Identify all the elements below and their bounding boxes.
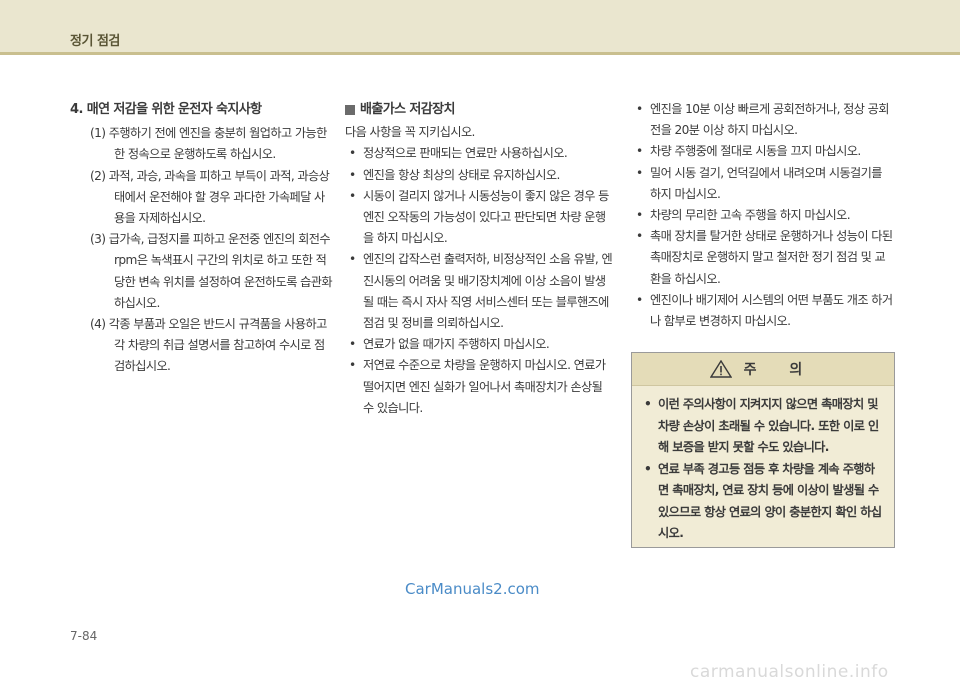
bullet-list: 정상적으로 판매되는 연료만 사용하십시오. 엔진을 항상 최상의 상태로 유지… (345, 143, 613, 419)
list-item: 차량 주행중에 절대로 시동을 끄지 마십시오. (632, 141, 894, 162)
header-divider (0, 52, 960, 55)
list-item: (2) 과적, 과승, 과속을 피하고 부득이 과적, 과승상태에서 운전해야 … (90, 168, 330, 226)
caution-label: 주 의 (743, 362, 817, 378)
caution-list: 이런 주의사항이 지켜지지 않으면 촉매장치 및 차량 손상이 초래될 수 있습… (642, 394, 884, 545)
column-2: 배출가스 저감장치 다음 사항을 꼭 지키십시오. 정상적으로 판매되는 연료만… (345, 99, 613, 419)
list-item: 엔진이나 배기제어 시스템의 어떤 부품도 개조 하거나 함부로 변경하지 마십… (632, 290, 894, 332)
header-bar: 정기 점검 (0, 0, 960, 52)
caution-header: 주 의 (632, 353, 894, 386)
list-item: 차량의 무리한 고속 주행을 하지 마십시오. (632, 205, 894, 226)
caution-box: 주 의 이런 주의사항이 지켜지지 않으면 촉매장치 및 차량 손상이 초래될 … (631, 352, 895, 548)
list-item: 시동이 걸리지 않거나 시동성능이 좋지 않은 경우 등 엔진 오작동의 가능성… (345, 186, 613, 250)
list-item: 밀어 시동 걸기, 언덕길에서 내려오며 시동걸기를 하지 마십시오. (632, 163, 894, 205)
caution-item: 이런 주의사항이 지켜지지 않으면 촉매장치 및 차량 손상이 초래될 수 있습… (642, 394, 884, 459)
caution-item: 연료 부족 경고등 점등 후 차량을 계속 주행하면 촉매장치, 연료 장치 등… (642, 459, 884, 545)
list-item: 촉매 장치를 탈거한 상태로 운행하거나 성능이 다된 촉매장치로 운행하지 말… (632, 226, 894, 290)
caution-body: 이런 주의사항이 지켜지지 않으면 촉매장치 및 차량 손상이 초래될 수 있습… (632, 386, 894, 545)
list-item: 엔진의 갑작스런 출력저하, 비정상적인 소음 유발, 엔진시동의 어려움 및 … (345, 249, 613, 334)
list-item: (3) 급가속, 급정지를 피하고 운전중 엔진의 회전수 rpm은 녹색표시 … (90, 232, 333, 310)
square-bullet-icon (345, 104, 355, 115)
list-item: 정상적으로 판매되는 연료만 사용하십시오. (345, 143, 613, 164)
list-item: (1) 주행하기 전에 엔진을 충분히 웜업하고 가능한 한 정속으로 운행하도… (90, 126, 327, 162)
list-item: (4) 각종 부품과 오일은 반드시 규격품을 사용하고 각 차량의 취급 설명… (90, 317, 327, 374)
section-title: 정기 점검 (70, 34, 120, 49)
intro-text: 다음 사항을 꼭 지키십시오. (345, 125, 475, 140)
heading-emission-reduction: 4. 매연 저감을 위한 운전자 숙지사항 (70, 102, 262, 117)
list-item: 연료가 없을 때가지 주행하지 마십시오. (345, 334, 613, 355)
column-1: 4. 매연 저감을 위한 운전자 숙지사항 (1) 주행하기 전에 엔진을 충분… (70, 99, 333, 378)
list-item: 저연료 수준으로 차량을 운행하지 마십시오. 연료가 떨어지면 엔진 실화가 … (345, 355, 613, 419)
heading-emission-device: 배출가스 저감장치 (345, 99, 613, 120)
page-number: 7-84 (70, 629, 98, 643)
footer-watermark: carmanualsonline.info (690, 662, 889, 682)
warning-triangle-icon (709, 360, 732, 378)
heading-text: 배출가스 저감장치 (360, 102, 455, 117)
bullet-list: 엔진을 10분 이상 빠르게 공회전하거나, 정상 공회전을 20분 이상 하지… (632, 99, 894, 332)
list-item: 엔진을 10분 이상 빠르게 공회전하거나, 정상 공회전을 20분 이상 하지… (632, 99, 894, 141)
watermark-link[interactable]: CarManuals2.com (405, 580, 540, 598)
list-item: 엔진을 항상 최상의 상태로 유지하십시오. (345, 165, 613, 186)
column-3: 엔진을 10분 이상 빠르게 공회전하거나, 정상 공회전을 20분 이상 하지… (632, 99, 894, 332)
